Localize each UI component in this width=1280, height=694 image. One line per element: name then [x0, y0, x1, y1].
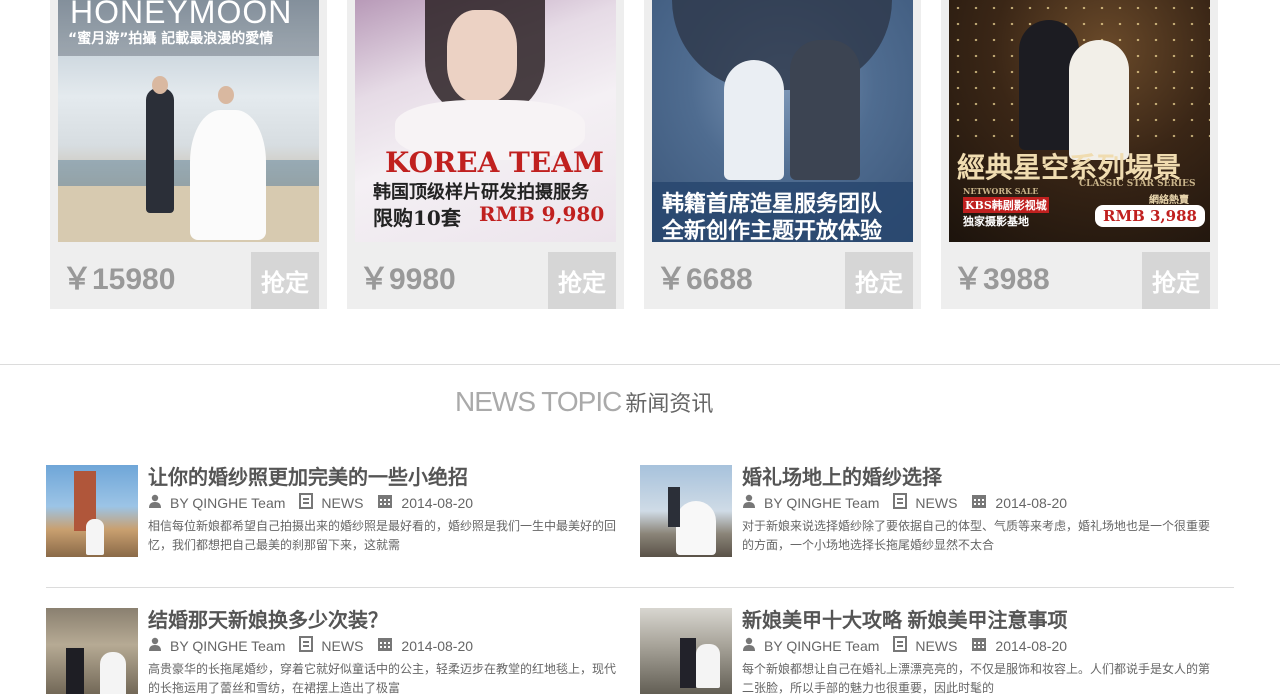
- product-card: 經典星空系列場景 CLASSIC STAR SERIES NETWORK SAL…: [941, 0, 1218, 309]
- photo-subtitle: CLASSIC STAR SERIES: [1079, 179, 1196, 189]
- news-meta: BY QINGHE Team NEWS 2014-08-20: [148, 636, 487, 655]
- news-item: 让你的婚纱照更加完美的一些小绝招 BY QINGHE Team NEWS 201…: [46, 465, 626, 559]
- document-icon: [893, 493, 908, 512]
- product-photo-korea-team[interactable]: KOREA TEAM 韩国顶级样片研发拍摄服务 限购10套 RMB 9,980: [355, 0, 616, 242]
- photo-line: 韩国顶级样片研发拍摄服务: [373, 182, 589, 203]
- section-title-cn: 新闻资讯: [625, 391, 714, 416]
- product-card: 韩籍首席造星服务团队 全新创作主题开放体验 ￥6688 抢定: [644, 0, 921, 309]
- news-category[interactable]: NEWS: [321, 495, 363, 511]
- product-photo-starry[interactable]: 經典星空系列場景 CLASSIC STAR SERIES NETWORK SAL…: [949, 0, 1210, 242]
- calendar-icon: [971, 493, 987, 512]
- product-price: ￥6688: [656, 263, 753, 296]
- buy-button[interactable]: 抢定: [548, 252, 616, 309]
- buy-button[interactable]: 抢定: [251, 252, 319, 309]
- news-author: BY QINGHE Team: [764, 494, 880, 511]
- product-card: HONEYMOON “蜜月游”拍攝 記載最浪漫的愛情 ￥15980 抢定: [50, 0, 327, 309]
- document-icon: [893, 636, 908, 655]
- product-price: ￥9980: [359, 263, 456, 296]
- news-thumbnail[interactable]: [640, 608, 732, 694]
- news-thumbnail[interactable]: [46, 608, 138, 694]
- buy-button[interactable]: 抢定: [1142, 252, 1210, 309]
- photo-label: NETWORK SALE: [963, 186, 1039, 196]
- document-icon: [299, 493, 314, 512]
- photo-subtitle: “蜜月游”拍攝 記載最浪漫的愛情: [68, 31, 274, 47]
- photo-title: HONEYMOON: [70, 0, 293, 30]
- product-photo-snow[interactable]: 韩籍首席造星服务团队 全新创作主题开放体验: [652, 0, 913, 242]
- news-description: 相信每位新娘都希望自己拍摄出来的婚纱照是最好看的，婚纱照是我们一生中最美好的回忆…: [148, 519, 617, 552]
- user-icon: [148, 637, 162, 654]
- user-icon: [148, 494, 162, 511]
- section-title: NEWS TOPIC 新闻资讯: [455, 384, 713, 420]
- news-category[interactable]: NEWS: [915, 495, 957, 511]
- user-icon: [742, 494, 756, 511]
- news-author: BY QINGHE Team: [764, 637, 880, 654]
- news-title[interactable]: 婚礼场地上的婚纱选择: [742, 461, 942, 490]
- news-meta: BY QINGHE Team NEWS 2014-08-20: [742, 636, 1081, 655]
- photo-price: RMB 3,988: [1095, 205, 1205, 227]
- news-title[interactable]: 结婚那天新娘换多少次装？: [148, 604, 388, 633]
- news-meta: BY QINGHE Team NEWS 2014-08-20: [148, 493, 487, 512]
- calendar-icon: [971, 636, 987, 655]
- news-thumbnail[interactable]: [46, 465, 138, 557]
- news-description: 对于新娘来说选择婚纱除了要依据自己的体型、气质等来考虑，婚礼场地也是一个很重要的…: [742, 519, 1211, 552]
- news-item: 结婚那天新娘换多少次装？ BY QINGHE Team NEWS 2014-08…: [46, 608, 626, 694]
- photo-badge: 独家摄影基地: [963, 215, 1029, 228]
- news-category[interactable]: NEWS: [915, 638, 957, 654]
- document-icon: [299, 636, 314, 655]
- section-divider: [0, 364, 1280, 365]
- news-date: 2014-08-20: [401, 494, 474, 511]
- news-divider: [46, 587, 1234, 588]
- photo-label: 網絡熱賣: [1149, 195, 1189, 206]
- news-item: 新娘美甲十大攻略 新娘美甲注意事项 BY QINGHE Team NEWS 20…: [640, 608, 1220, 694]
- news-meta: BY QINGHE Team NEWS 2014-08-20: [742, 493, 1081, 512]
- product-price: ￥3988: [953, 263, 1050, 296]
- news-description: 高贵豪华的长拖尾婚纱，穿着它就好似童话中的公主，轻柔迈步在教堂的红地毯上，现代的…: [148, 662, 617, 694]
- buy-button[interactable]: 抢定: [845, 252, 913, 309]
- news-title[interactable]: 新娘美甲十大攻略 新娘美甲注意事项: [742, 604, 1068, 633]
- photo-title: KOREA TEAM: [385, 146, 604, 179]
- news-description: 每个新娘都想让自己在婚礼上漂漂亮亮的，不仅是服饰和妆容上。人们都说手是女人的第二…: [742, 662, 1211, 694]
- photo-line: 限购10套: [373, 206, 461, 230]
- news-title[interactable]: 让你的婚纱照更加完美的一些小绝招: [148, 461, 468, 490]
- photo-line: 全新创作主题开放体验: [662, 218, 883, 242]
- product-price: ￥15980: [62, 263, 176, 296]
- section-title-en: NEWS TOPIC: [455, 386, 622, 417]
- product-list: HONEYMOON “蜜月游”拍攝 記載最浪漫的愛情 ￥15980 抢定 KOR…: [50, 0, 1230, 310]
- news-author: BY QINGHE Team: [170, 637, 286, 654]
- product-card: KOREA TEAM 韩国顶级样片研发拍摄服务 限购10套 RMB 9,980 …: [347, 0, 624, 309]
- photo-badge: KBS韩剧影视城: [963, 197, 1049, 213]
- news-date: 2014-08-20: [401, 637, 474, 654]
- user-icon: [742, 637, 756, 654]
- news-date: 2014-08-20: [995, 637, 1068, 654]
- photo-price: RMB 9,980: [479, 202, 605, 226]
- news-item: 婚礼场地上的婚纱选择 BY QINGHE Team NEWS 2014-08-2…: [640, 465, 1220, 559]
- news-author: BY QINGHE Team: [170, 494, 286, 511]
- calendar-icon: [377, 493, 393, 512]
- product-photo-honeymoon[interactable]: HONEYMOON “蜜月游”拍攝 記載最浪漫的愛情: [58, 0, 319, 242]
- calendar-icon: [377, 636, 393, 655]
- news-category[interactable]: NEWS: [321, 638, 363, 654]
- news-date: 2014-08-20: [995, 494, 1068, 511]
- news-thumbnail[interactable]: [640, 465, 732, 557]
